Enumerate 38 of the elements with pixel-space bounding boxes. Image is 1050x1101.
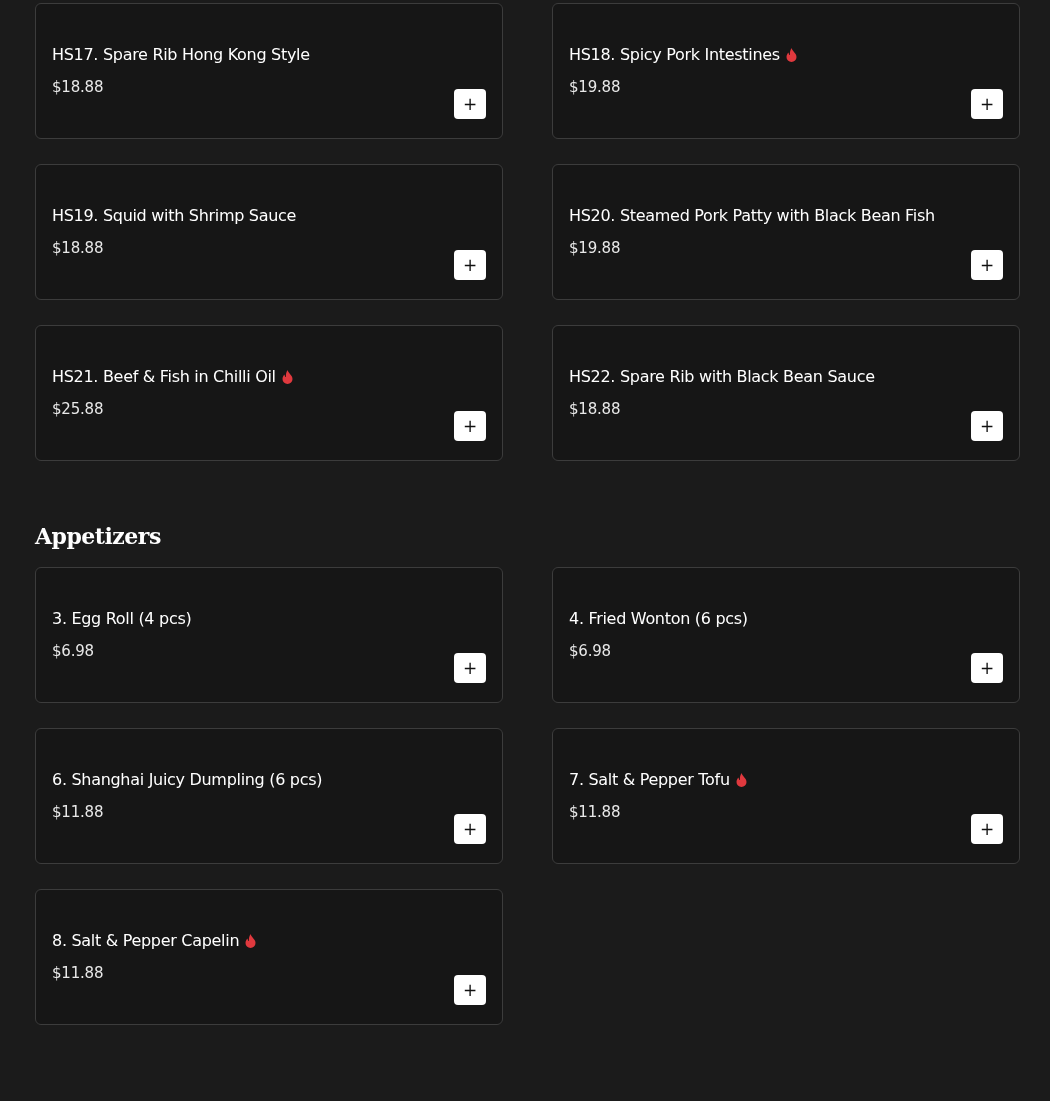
flame-icon <box>735 773 747 787</box>
item-name: 3. Egg Roll (4 pcs) <box>52 608 192 630</box>
add-button[interactable]: + <box>971 250 1003 280</box>
add-button[interactable]: + <box>454 814 486 844</box>
add-button[interactable]: + <box>454 411 486 441</box>
add-button[interactable]: + <box>454 250 486 280</box>
item-price: $11.88 <box>569 802 621 822</box>
flame-icon <box>785 48 797 62</box>
item-price: $18.88 <box>52 77 104 97</box>
add-button[interactable]: + <box>454 975 486 1005</box>
add-button[interactable]: + <box>971 89 1003 119</box>
item-name: 6. Shanghai Juicy Dumpling (6 pcs) <box>52 769 323 791</box>
flame-icon <box>281 370 293 384</box>
item-name: 8. Salt & Pepper Capelin <box>52 930 240 952</box>
item-name: HS21. Beef & Fish in Chilli Oil <box>52 366 276 388</box>
item-name: HS19. Squid with Shrimp Sauce <box>52 205 297 227</box>
item-price: $11.88 <box>52 802 104 822</box>
item-price: $6.98 <box>569 641 611 661</box>
item-price: $18.88 <box>52 238 104 258</box>
item-name: 4. Fried Wonton (6 pcs) <box>569 608 748 630</box>
item-price: $11.88 <box>52 963 104 983</box>
add-button[interactable]: + <box>971 411 1003 441</box>
item-name: 7. Salt & Pepper Tofu <box>569 769 730 791</box>
item-price: $25.88 <box>52 399 104 419</box>
item-price: $6.98 <box>52 641 94 661</box>
item-price: $18.88 <box>569 399 621 419</box>
add-button[interactable]: + <box>971 814 1003 844</box>
section-heading: Appetizers <box>35 523 162 549</box>
flame-icon <box>245 934 257 948</box>
add-button[interactable]: + <box>454 89 486 119</box>
item-name: HS18. Spicy Pork Intestines <box>569 44 780 66</box>
item-name: HS22. Spare Rib with Black Bean Sauce <box>569 366 875 388</box>
add-button[interactable]: + <box>454 653 486 683</box>
item-price: $19.88 <box>569 77 621 97</box>
add-button[interactable]: + <box>971 653 1003 683</box>
item-price: $19.88 <box>569 238 621 258</box>
item-name: HS20. Steamed Pork Patty with Black Bean Fish <box>569 205 935 227</box>
item-name: HS17. Spare Rib Hong Kong Style <box>52 44 310 66</box>
